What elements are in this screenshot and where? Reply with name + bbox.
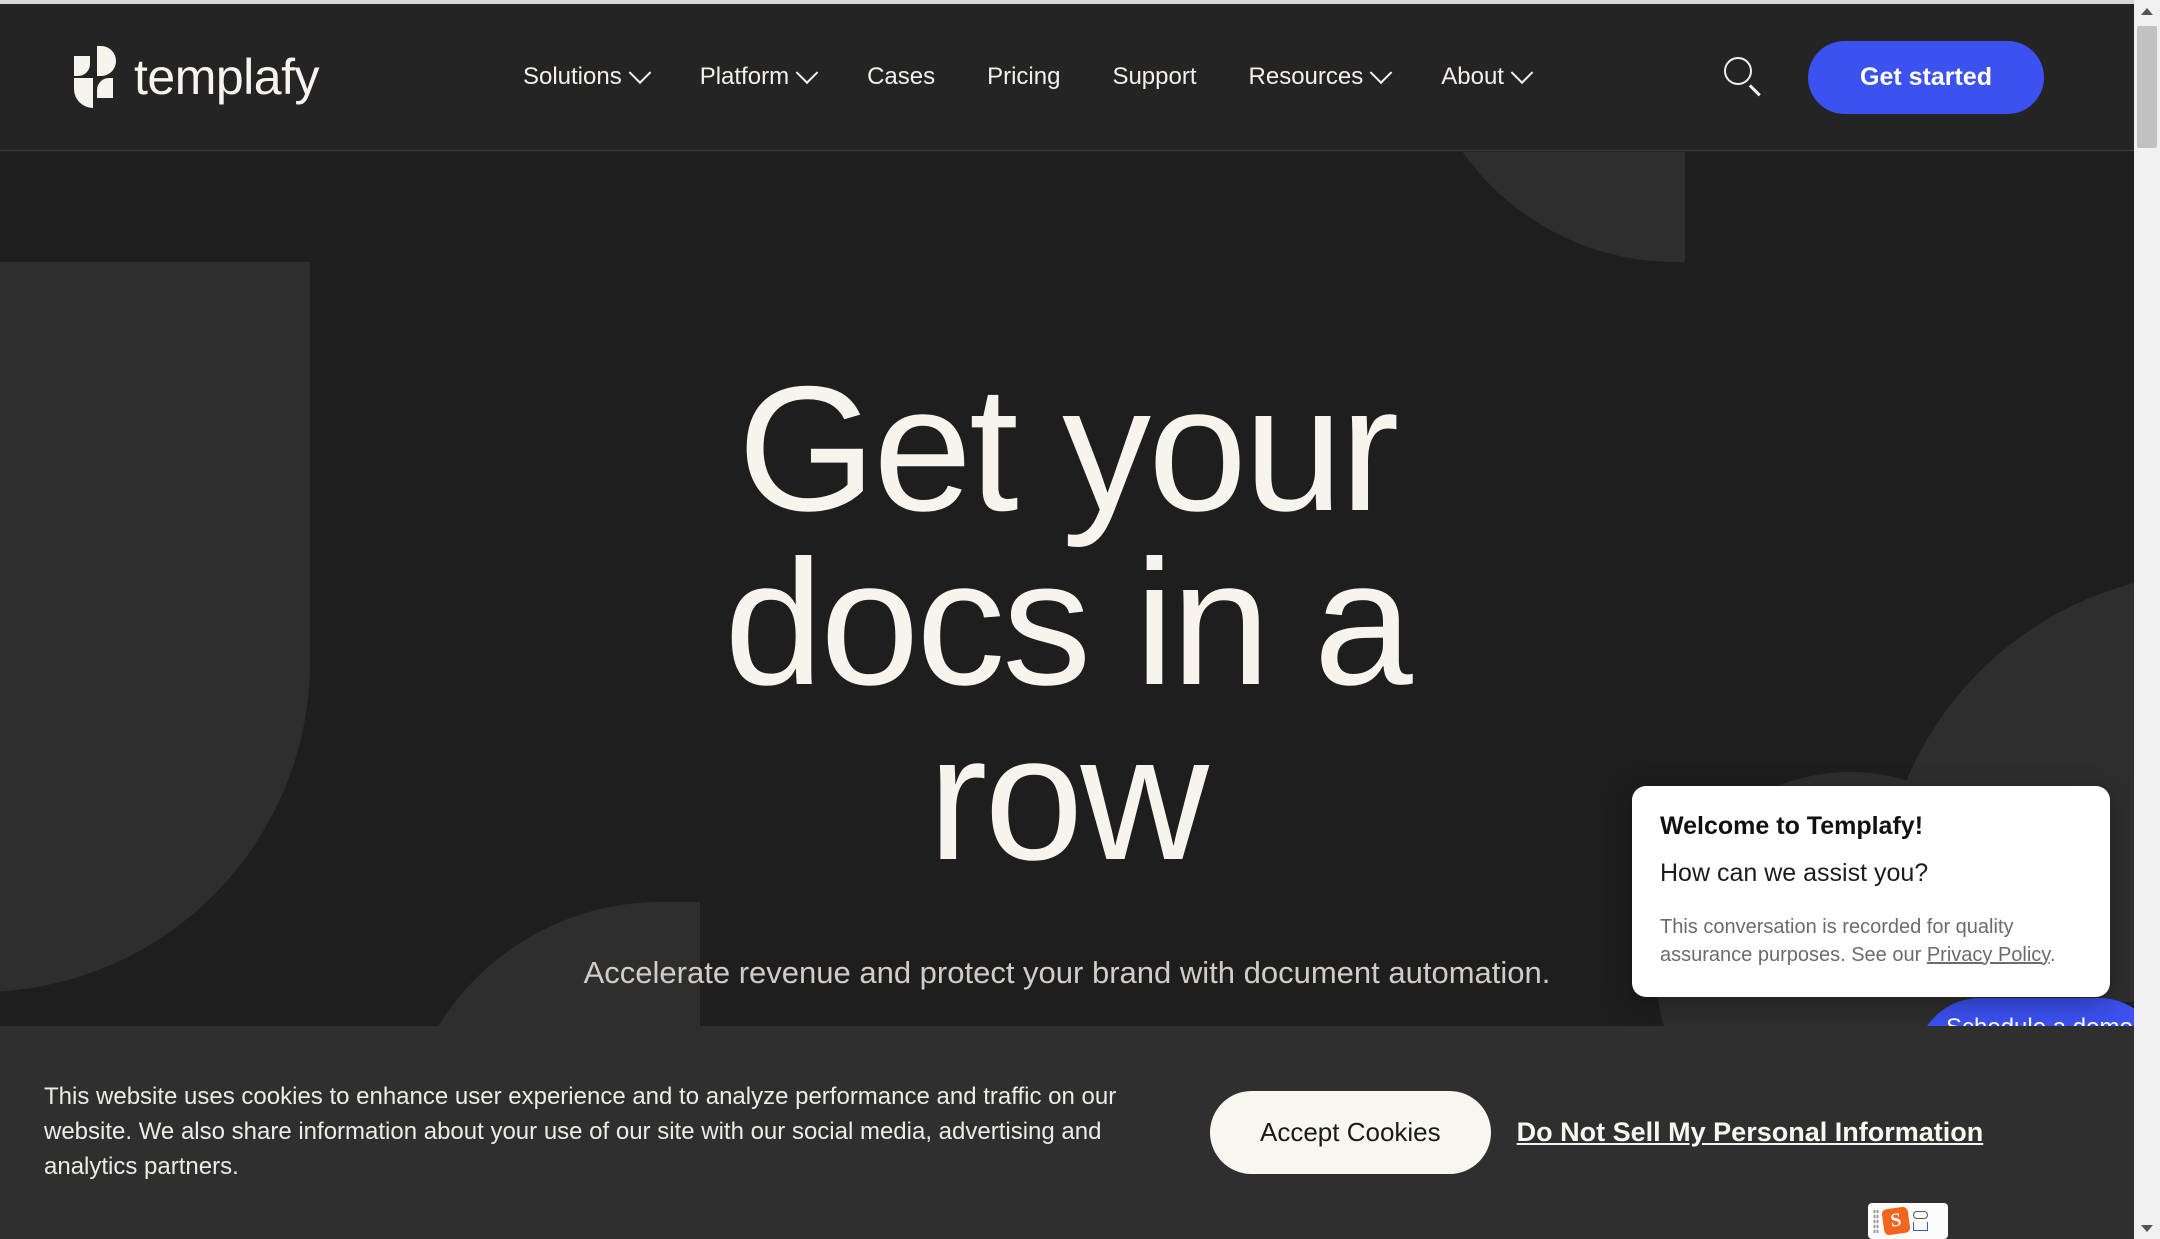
ime-toolbar[interactable]: S <box>1868 1203 1948 1239</box>
browser-viewport: templafy Solutions Platform Cases Pricin… <box>0 0 2160 1239</box>
scroll-down-arrow-icon[interactable] <box>2134 1217 2160 1239</box>
cookie-banner-text: This website uses cookies to enhance use… <box>44 1083 1117 1180</box>
nav-item-resources[interactable]: Resources <box>1223 61 1416 91</box>
nav-item-cases[interactable]: Cases <box>841 63 961 91</box>
nav-item-pricing[interactable]: Pricing <box>961 63 1086 91</box>
drag-handle-icon[interactable] <box>1873 1209 1879 1233</box>
nav-label-cases: Cases <box>867 63 936 90</box>
keyboard-icon[interactable] <box>1913 1222 1928 1231</box>
page-scrollbar[interactable] <box>2134 0 2160 1239</box>
nav-label-resources: Resources <box>1248 63 1364 90</box>
chevron-down-icon <box>795 61 819 85</box>
nav-item-support[interactable]: Support <box>1086 63 1222 91</box>
chat-disclaimer-period: . <box>2049 943 2056 966</box>
scroll-up-arrow-icon[interactable] <box>2134 0 2160 22</box>
nav-label-pricing: Pricing <box>987 63 1061 90</box>
nav-item-about[interactable]: About <box>1415 61 1556 91</box>
nav-label-platform: Platform <box>699 63 790 90</box>
chat-popup-question: How can we assist you? <box>1660 859 1929 887</box>
site-header: templafy Solutions Platform Cases Pricin… <box>0 4 2134 151</box>
nav-item-solutions[interactable]: Solutions <box>497 61 674 91</box>
scrollbar-thumb[interactable] <box>2137 26 2157 148</box>
brand-wordmark: templafy <box>134 49 319 105</box>
nav-label-about: About <box>1441 63 1504 90</box>
nav-label-solutions: Solutions <box>522 63 622 90</box>
templafy-logo-mark-icon <box>74 46 116 108</box>
nav-item-platform[interactable]: Platform <box>674 61 841 91</box>
search-icon[interactable] <box>1722 55 1766 99</box>
cookie-consent-banner: This website uses cookies to enhance use… <box>0 1026 2134 1239</box>
mode-pill-icon[interactable] <box>1913 1211 1928 1219</box>
primary-navigation: Solutions Platform Cases Pricing Support… <box>497 61 1556 91</box>
do-not-sell-link[interactable]: Do Not Sell My Personal Information <box>1517 1117 1984 1148</box>
chat-welcome-popup[interactable]: Welcome to Templafy! How can we assist y… <box>1632 786 2110 998</box>
hero-title-line-2: docs in a <box>724 523 1412 723</box>
chat-popup-title: Welcome to Templafy! <box>1660 812 1924 840</box>
hero-title: Get your docs in a row <box>724 360 1412 887</box>
header-actions: Get started <box>1722 40 2044 114</box>
chevron-down-icon <box>1510 61 1534 85</box>
brand-logo[interactable]: templafy <box>74 46 319 108</box>
sogou-logo-icon[interactable]: S <box>1881 1206 1911 1236</box>
accept-cookies-button[interactable]: Accept Cookies <box>1210 1091 1491 1174</box>
get-started-button[interactable]: Get started <box>1808 40 2044 114</box>
hero-title-line-3: row <box>928 697 1209 897</box>
chat-popup-disclaimer: This conversation is recorded for qualit… <box>1660 914 2082 969</box>
cookie-banner-actions: Accept Cookies Do Not Sell My Personal I… <box>1210 1091 1983 1174</box>
chevron-down-icon <box>628 61 652 85</box>
window-top-edge <box>0 0 2134 4</box>
ime-toolbar-buttons <box>1913 1211 1928 1231</box>
privacy-policy-link[interactable]: Privacy Policy <box>1927 944 2050 966</box>
nav-label-support: Support <box>1112 63 1197 90</box>
chevron-down-icon <box>1369 61 1393 85</box>
hero-subtitle: Accelerate revenue and protect your bran… <box>583 955 1551 991</box>
hero-title-line-1: Get your <box>737 349 1400 548</box>
